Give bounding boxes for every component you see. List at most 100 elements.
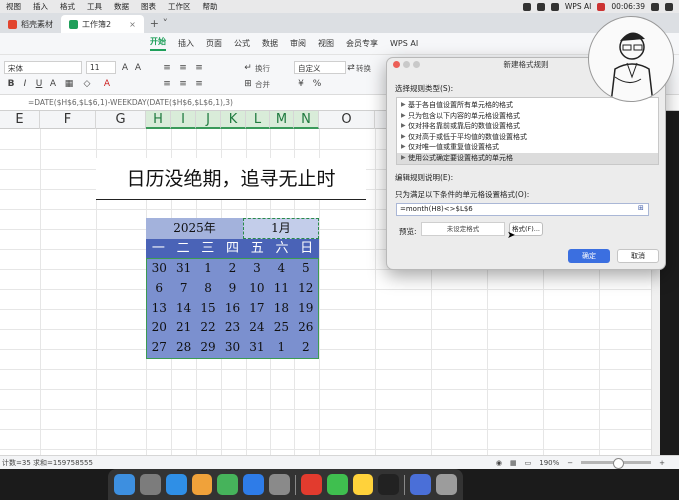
wifi-icon[interactable] [665, 2, 673, 11]
battery-icon[interactable] [651, 2, 659, 11]
ok-button[interactable]: 确定 [568, 249, 610, 263]
column-header-l[interactable]: L [246, 111, 270, 129]
zoom-window-icon[interactable] [413, 61, 420, 68]
calendar-day-cell[interactable]: 21 [171, 318, 195, 338]
weekday-cell[interactable]: 二 [171, 239, 196, 258]
menu-item[interactable]: 插入 [27, 1, 54, 12]
trash-icon[interactable] [436, 474, 457, 495]
calendar-day-cell[interactable]: 17 [245, 299, 269, 319]
calendar-day-cell[interactable]: 18 [269, 299, 293, 319]
column-header-h[interactable]: H [146, 111, 171, 129]
column-header-m[interactable]: M [270, 111, 294, 129]
finder-icon[interactable] [114, 474, 135, 495]
app-status-icon[interactable] [536, 2, 545, 11]
merge-icon[interactable]: ⊞ [243, 79, 253, 89]
page-view-icon[interactable]: ▭ [525, 459, 532, 467]
tab-formula[interactable]: 公式 [234, 38, 250, 49]
calendar-day-cell[interactable]: 2 [220, 259, 244, 279]
calendar-day-cell[interactable]: 30 [220, 338, 244, 358]
photos-icon[interactable] [191, 474, 213, 495]
maps-icon[interactable] [217, 474, 239, 495]
calendar-day-cell[interactable]: 6 [147, 279, 171, 299]
border-icon[interactable]: ▦ [64, 79, 74, 89]
launchpad-icon[interactable] [139, 474, 161, 495]
downloads-icon[interactable] [410, 474, 432, 495]
align-middle-icon[interactable]: ≡ [178, 79, 188, 89]
tab-home[interactable]: 开始 [150, 36, 166, 51]
italic-icon[interactable]: I [20, 79, 30, 89]
rule-type-item[interactable]: ▶ 只为包含以下内容的单元格设置格式 [397, 111, 658, 122]
fill-color-icon[interactable]: ◇ [82, 79, 92, 89]
wechat-icon[interactable] [326, 474, 348, 495]
align-center-icon[interactable]: ≡ [178, 63, 188, 73]
calendar-day-cell[interactable]: 11 [269, 279, 293, 299]
column-header-k[interactable]: K [221, 111, 246, 129]
eye-icon[interactable]: ◉ [496, 459, 502, 467]
calendar-day-cell[interactable]: 28 [171, 338, 195, 358]
rule-type-item[interactable]: ▶ 仅对唯一值或重复值设置格式 [397, 142, 658, 153]
weekday-cell[interactable]: 一 [146, 239, 171, 258]
record-icon[interactable] [597, 2, 606, 11]
weekday-cell[interactable]: 三 [195, 239, 220, 258]
formula-input[interactable]: =month(H8)<>$L$6 [396, 203, 649, 216]
number-format-select[interactable]: 自定义 [294, 61, 346, 74]
merge-cells-button[interactable]: 合并 [255, 79, 270, 90]
weekday-cell[interactable]: 日 [294, 239, 319, 258]
calendar-day-cell[interactable]: 20 [147, 318, 171, 338]
tab-review[interactable]: 审阅 [290, 38, 306, 49]
column-header-o[interactable]: O [319, 111, 375, 129]
tab-workbook[interactable]: 工作簿2 × [61, 15, 144, 33]
tab-insert[interactable]: 插入 [178, 38, 194, 49]
column-header-j[interactable]: J [196, 111, 221, 129]
align-bottom-icon[interactable]: ≡ [194, 79, 204, 89]
rule-type-item[interactable]: ▶ 基于各自值设置所有单元格的格式 [397, 100, 658, 111]
align-top-icon[interactable]: ≡ [162, 79, 172, 89]
column-header-g[interactable]: G [96, 111, 146, 129]
weekday-cell[interactable]: 六 [270, 239, 295, 258]
calendar-day-cell[interactable]: 16 [220, 299, 244, 319]
calendar-day-cell[interactable]: 31 [245, 338, 269, 358]
new-tab-button[interactable]: + ˅ [144, 17, 174, 33]
calendar-day-cell[interactable]: 29 [196, 338, 220, 358]
calendar-day-cell[interactable]: 1 [269, 338, 293, 358]
calendar-day-cell[interactable]: 12 [294, 279, 318, 299]
rule-type-item[interactable]: ▶ 使用公式确定要设置格式的单元格 [397, 152, 658, 164]
convert-icon[interactable]: ⇄ [346, 63, 356, 73]
capcut-icon[interactable] [378, 474, 400, 495]
tab-docer[interactable]: 稻壳素材 [0, 15, 61, 33]
appstore-icon[interactable] [243, 474, 265, 495]
align-left-icon[interactable]: ≡ [162, 63, 172, 73]
increase-font-icon[interactable]: A [120, 63, 130, 73]
calendar-day-cell[interactable]: 22 [196, 318, 220, 338]
calendar-day-cell[interactable]: 7 [171, 279, 195, 299]
calendar-day-cell[interactable]: 26 [294, 318, 318, 338]
bold-icon[interactable]: B [6, 79, 16, 89]
wrap-icon[interactable]: ↵ [243, 63, 253, 73]
zoom-slider[interactable] [581, 458, 652, 469]
zoom-in-icon[interactable]: + [659, 459, 665, 467]
cancel-button[interactable]: 取消 [617, 249, 659, 263]
tab-data[interactable]: 数据 [262, 38, 278, 49]
calendar-day-cell[interactable]: 23 [220, 318, 244, 338]
weekday-cell[interactable]: 五 [245, 239, 270, 258]
font-family-select[interactable]: 宋体 [4, 61, 82, 74]
column-header-f[interactable]: F [40, 111, 96, 129]
strikethrough-icon[interactable]: A [48, 79, 58, 89]
menu-item[interactable]: 工具 [81, 1, 108, 12]
calendar-day-cell[interactable]: 5 [294, 259, 318, 279]
tab-wps-ai[interactable]: WPS AI [390, 39, 418, 48]
calendar-day-cell[interactable]: 3 [245, 259, 269, 279]
font-size-select[interactable]: 11 [86, 61, 116, 74]
currency-icon[interactable]: ¥ [296, 79, 306, 89]
decrease-font-icon[interactable]: A [133, 63, 143, 73]
font-color-icon[interactable]: A [102, 79, 112, 89]
close-window-icon[interactable] [393, 61, 400, 68]
settings-icon[interactable] [269, 474, 290, 495]
calendar-day-cell[interactable]: 9 [220, 279, 244, 299]
tab-view[interactable]: 视图 [318, 38, 334, 49]
safari-icon[interactable] [165, 474, 187, 495]
calendar-day-cell[interactable]: 8 [196, 279, 220, 299]
wrap-text-button[interactable]: 换行 [255, 63, 270, 74]
calendar-month-cell[interactable]: 1月 [243, 218, 319, 239]
calendar-day-cell[interactable]: 27 [147, 338, 171, 358]
